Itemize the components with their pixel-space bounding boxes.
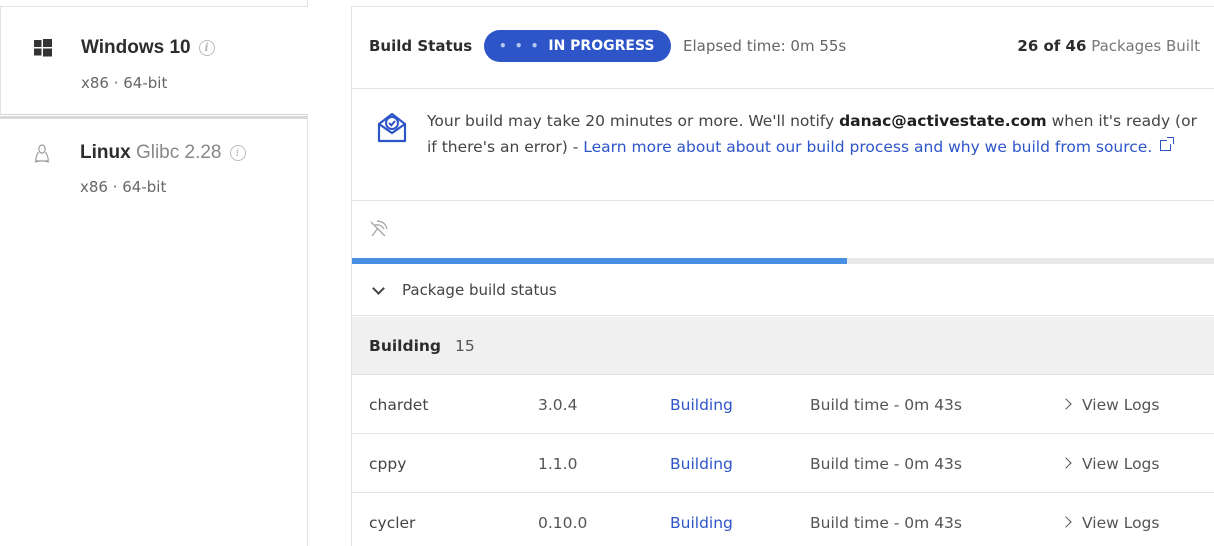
build-notice: Your build may take 20 minutes or more. … (352, 90, 1214, 201)
info-icon[interactable]: i (229, 145, 246, 161)
package-version: 3.0.4 (538, 396, 578, 414)
package-build-time: Build time - 0m 43s (810, 455, 962, 473)
package-build-time: Build time - 0m 43s (810, 396, 962, 414)
package-version: 0.10.0 (538, 514, 588, 532)
chevron-right-icon (1060, 398, 1072, 410)
elapsed-time: Elapsed time: 0m 55s (683, 37, 847, 55)
notice-text: Your build may take 20 minutes or more. … (427, 112, 1197, 156)
platform-name: Linux Glibc 2.28 i (80, 142, 246, 164)
package-name: cppy (369, 455, 407, 473)
view-logs-button[interactable]: View Logs (1060, 455, 1159, 473)
chevron-down-icon (372, 282, 385, 295)
group-title: Building (369, 337, 442, 355)
group-count: 15 (455, 337, 475, 355)
external-link-icon[interactable] (1160, 137, 1175, 151)
package-status: Building (670, 455, 733, 473)
build-status-bar: Build Status • • • IN PROGRESS Elapsed ti… (352, 7, 1214, 89)
platform-arch: x86 · 64-bit (80, 178, 167, 196)
info-icon[interactable]: i (198, 40, 215, 56)
table-row: chardet 3.0.4 Building Build time - 0m 4… (352, 376, 1214, 434)
mail-check-icon (374, 110, 410, 146)
package-status: Building (670, 514, 733, 532)
build-status-badge: • • • IN PROGRESS (484, 30, 671, 62)
build-process-link[interactable]: Learn more about about our build process… (583, 138, 1152, 156)
package-status-toggle[interactable]: Package build status (352, 264, 1214, 316)
no-signal-icon (369, 219, 389, 239)
progress-dots-icon: • • • (499, 39, 541, 53)
building-group-header: Building 15 (352, 317, 1214, 375)
table-row: cppy 1.1.0 Building Build time - 0m 43s … (352, 435, 1214, 493)
package-status: Building (670, 396, 733, 414)
chevron-right-icon (1060, 516, 1072, 528)
linux-penguin-icon (33, 144, 51, 163)
table-row: cycler 0.10.0 Building Build time - 0m 4… (352, 494, 1214, 546)
package-name: cycler (369, 514, 416, 532)
package-build-time: Build time - 0m 43s (810, 514, 962, 532)
package-version: 1.1.0 (538, 455, 578, 473)
view-logs-button[interactable]: View Logs (1060, 514, 1159, 532)
package-status-label: Package build status (402, 281, 557, 299)
chevron-right-icon (1060, 457, 1072, 469)
platform-name: Windows 10 i (81, 37, 215, 59)
build-status-label: Build Status (369, 37, 473, 55)
platform-item-windows[interactable]: Windows 10 i x86 · 64-bit (0, 6, 308, 115)
notify-email: danac@activestate.com (839, 112, 1047, 130)
platform-arch: x86 · 64-bit (81, 74, 168, 92)
package-name: chardet (369, 396, 429, 414)
platform-list: Windows 10 i x86 · 64-bit Linux Glibc 2.2… (0, 0, 308, 546)
windows-icon (34, 39, 52, 57)
packages-built-count: 26 of 46 Packages Built (1017, 37, 1200, 55)
log-stream-row (352, 202, 1214, 257)
platform-item-linux[interactable]: Linux Glibc 2.28 i x86 · 64-bit (0, 116, 308, 226)
view-logs-button[interactable]: View Logs (1060, 396, 1159, 414)
build-panel: Build Status • • • IN PROGRESS Elapsed ti… (351, 6, 1214, 546)
